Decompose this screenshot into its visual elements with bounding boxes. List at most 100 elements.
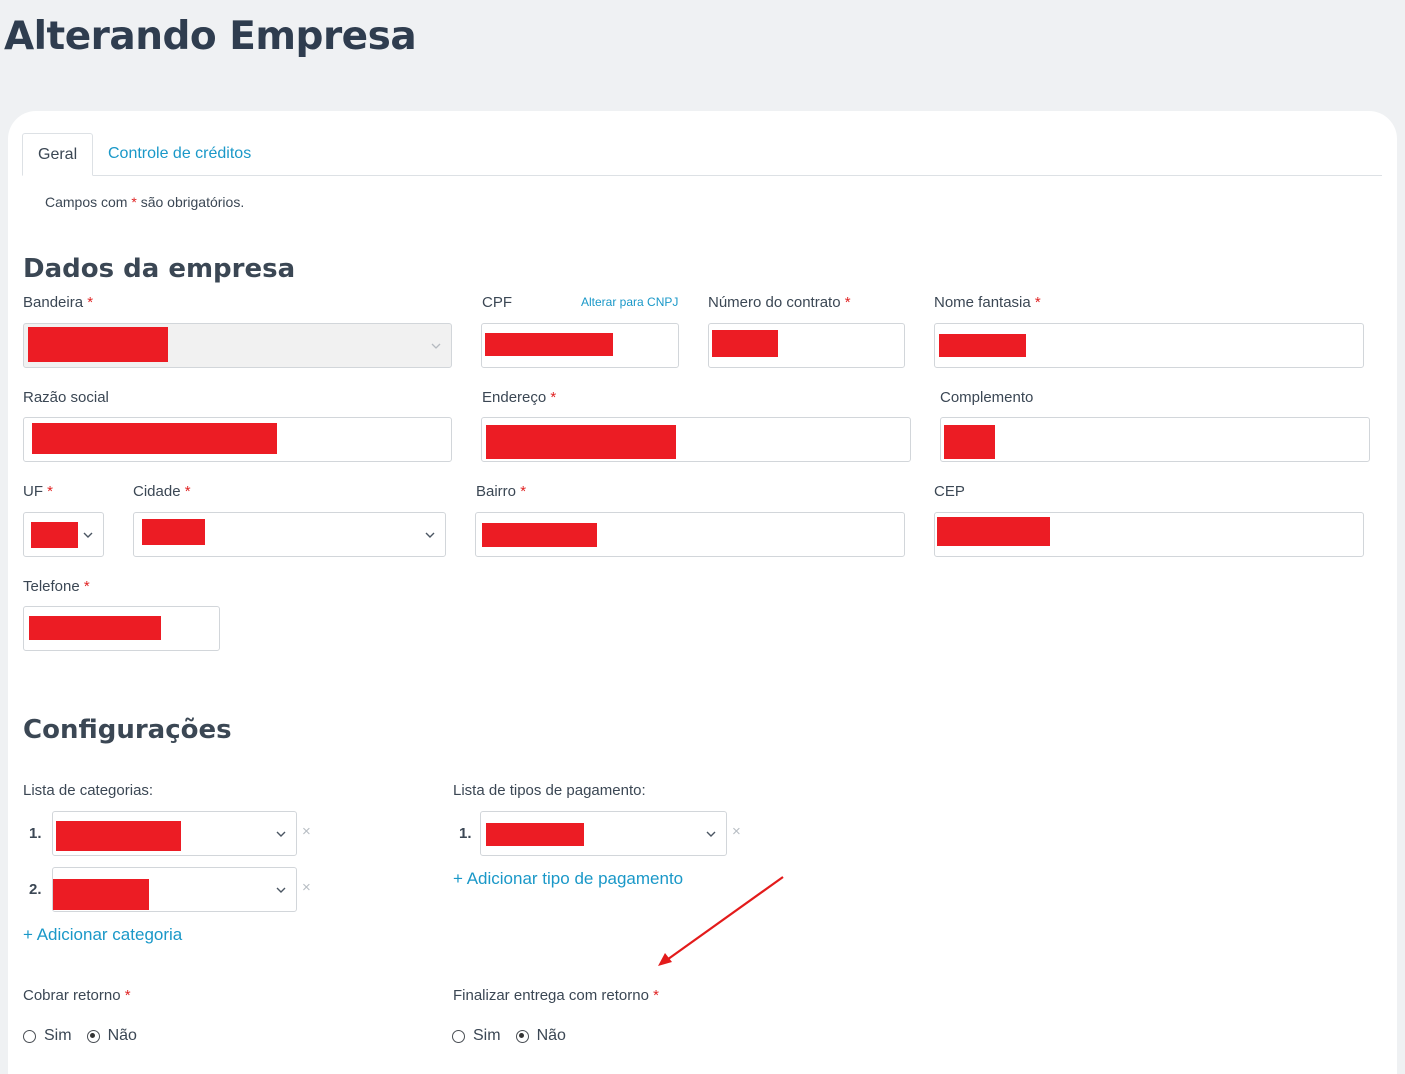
bandeira-label: Bandeira *: [23, 294, 93, 311]
required-note-suffix: são obrigatórios.: [136, 194, 245, 210]
chevron-down-icon: [276, 825, 288, 843]
section-title-configuracoes: Configurações: [23, 715, 232, 745]
cpf-label: CPF: [482, 294, 512, 311]
cobrar-retorno-radio-group: Sim Não: [23, 1027, 152, 1045]
redacted-value: [56, 821, 181, 851]
lista-categorias-label: Lista de categorias:: [23, 782, 154, 799]
uf-label-text: UF: [23, 483, 43, 500]
redacted-value: [486, 823, 584, 846]
radio-label: Não: [536, 1027, 566, 1044]
required-star: *: [653, 987, 659, 1004]
radio-label: Sim: [473, 1027, 501, 1044]
cobrar-retorno-sim-option[interactable]: Sim: [23, 1027, 72, 1045]
adicionar-categoria-link[interactable]: + Adicionar categoria: [23, 925, 182, 945]
required-star: *: [550, 389, 557, 406]
radio-button[interactable]: [86, 1029, 100, 1043]
endereco-label: Endereço *: [482, 389, 556, 406]
razao-social-input[interactable]: [23, 417, 452, 462]
complemento-input[interactable]: [940, 417, 1370, 462]
endereco-label-text: Endereço: [482, 389, 547, 406]
numero-contrato-label: Número do contrato *: [708, 294, 851, 311]
required-star: *: [47, 483, 54, 500]
redacted-value: [485, 333, 613, 356]
cidade-select[interactable]: [133, 512, 446, 557]
numero-contrato-input[interactable]: [708, 323, 905, 368]
telefone-input[interactable]: [23, 606, 220, 651]
adicionar-tipo-pagamento-link[interactable]: + Adicionar tipo de pagamento: [453, 869, 683, 889]
required-fields-note: Campos com * são obrigatórios.: [45, 194, 244, 210]
annotation-arrow: [658, 876, 784, 966]
redacted-value: [32, 423, 277, 454]
tab-bar: Geral Controle de créditos: [22, 133, 1382, 176]
required-star: *: [87, 294, 94, 311]
radio-label: Sim: [44, 1027, 72, 1044]
bandeira-select[interactable]: [23, 323, 452, 368]
bandeira-label-text: Bandeira: [23, 294, 84, 311]
endereco-input[interactable]: [481, 417, 911, 462]
cep-label: CEP: [934, 483, 965, 500]
redacted-value: [31, 522, 78, 548]
cobrar-retorno-label: Cobrar retorno *: [23, 987, 131, 1004]
remove-categoria-2-icon[interactable]: ×: [302, 879, 311, 896]
finalizar-retorno-label: Finalizar entrega com retorno *: [453, 987, 659, 1004]
required-star: *: [1034, 294, 1041, 311]
required-star: *: [520, 483, 527, 500]
tab-controle-creditos[interactable]: Controle de créditos: [93, 133, 266, 176]
redacted-value: [482, 523, 597, 547]
required-star: *: [83, 578, 90, 595]
bairro-label: Bairro *: [476, 483, 526, 500]
pagamento-select-1[interactable]: [480, 811, 727, 856]
categoria-select-1[interactable]: [52, 811, 297, 856]
redacted-value: [944, 425, 995, 459]
chevron-down-icon: [425, 526, 437, 544]
redacted-value: [28, 327, 168, 362]
chevron-down-icon: [431, 337, 443, 355]
redacted-value: [53, 879, 149, 910]
numero-contrato-label-text: Número do contrato: [708, 294, 841, 311]
redacted-value: [712, 330, 778, 357]
radio-button[interactable]: [452, 1029, 465, 1043]
required-star: *: [844, 294, 851, 311]
radio-label: Não: [107, 1027, 137, 1044]
finalizar-retorno-sim-option[interactable]: Sim: [452, 1027, 501, 1045]
bairro-input[interactable]: [475, 512, 905, 557]
finalizar-retorno-nao-option[interactable]: Não: [515, 1027, 566, 1045]
cpf-input[interactable]: [481, 323, 679, 368]
radio-button[interactable]: [515, 1029, 529, 1043]
lista-pagamento-label: Lista de tipos de pagamento:: [453, 782, 646, 799]
cep-input[interactable]: [934, 512, 1364, 557]
page-title: Alterando Empresa: [4, 14, 417, 59]
nome-fantasia-input[interactable]: [934, 323, 1364, 368]
cobrar-retorno-nao-option[interactable]: Não: [86, 1027, 137, 1045]
finalizar-retorno-label-text: Finalizar entrega com retorno: [453, 987, 649, 1004]
chevron-down-icon: [706, 825, 718, 843]
required-star: *: [124, 987, 131, 1004]
required-note-prefix: Campos com: [45, 194, 132, 210]
section-title-dados: Dados da empresa: [23, 254, 296, 284]
radio-button[interactable]: [23, 1029, 36, 1043]
remove-categoria-1-icon[interactable]: ×: [302, 823, 311, 840]
categoria-select-2[interactable]: [52, 867, 297, 912]
bairro-label-text: Bairro: [476, 483, 517, 500]
redacted-value: [29, 616, 161, 640]
uf-label: UF *: [23, 483, 53, 500]
pagamento-number: 1.: [459, 825, 472, 842]
categoria-number: 1.: [29, 825, 42, 842]
uf-select[interactable]: [23, 512, 104, 557]
cidade-label: Cidade *: [133, 483, 191, 500]
alterar-para-cnpj-link[interactable]: Alterar para CNPJ: [581, 295, 678, 309]
nome-fantasia-label-text: Nome fantasia: [934, 294, 1031, 311]
required-star: *: [184, 483, 191, 500]
redacted-value: [142, 519, 205, 545]
cidade-label-text: Cidade: [133, 483, 181, 500]
categoria-number: 2.: [29, 881, 42, 898]
remove-pagamento-1-icon[interactable]: ×: [732, 823, 741, 840]
redacted-value: [937, 517, 1050, 546]
chevron-down-icon: [276, 881, 288, 899]
telefone-label-text: Telefone: [23, 578, 80, 595]
tab-geral[interactable]: Geral: [22, 133, 94, 176]
razao-social-label: Razão social: [23, 389, 109, 406]
finalizar-retorno-radio-group: Sim Não: [452, 1027, 581, 1045]
complemento-label: Complemento: [940, 389, 1034, 406]
cobrar-retorno-label-text: Cobrar retorno: [23, 987, 121, 1004]
